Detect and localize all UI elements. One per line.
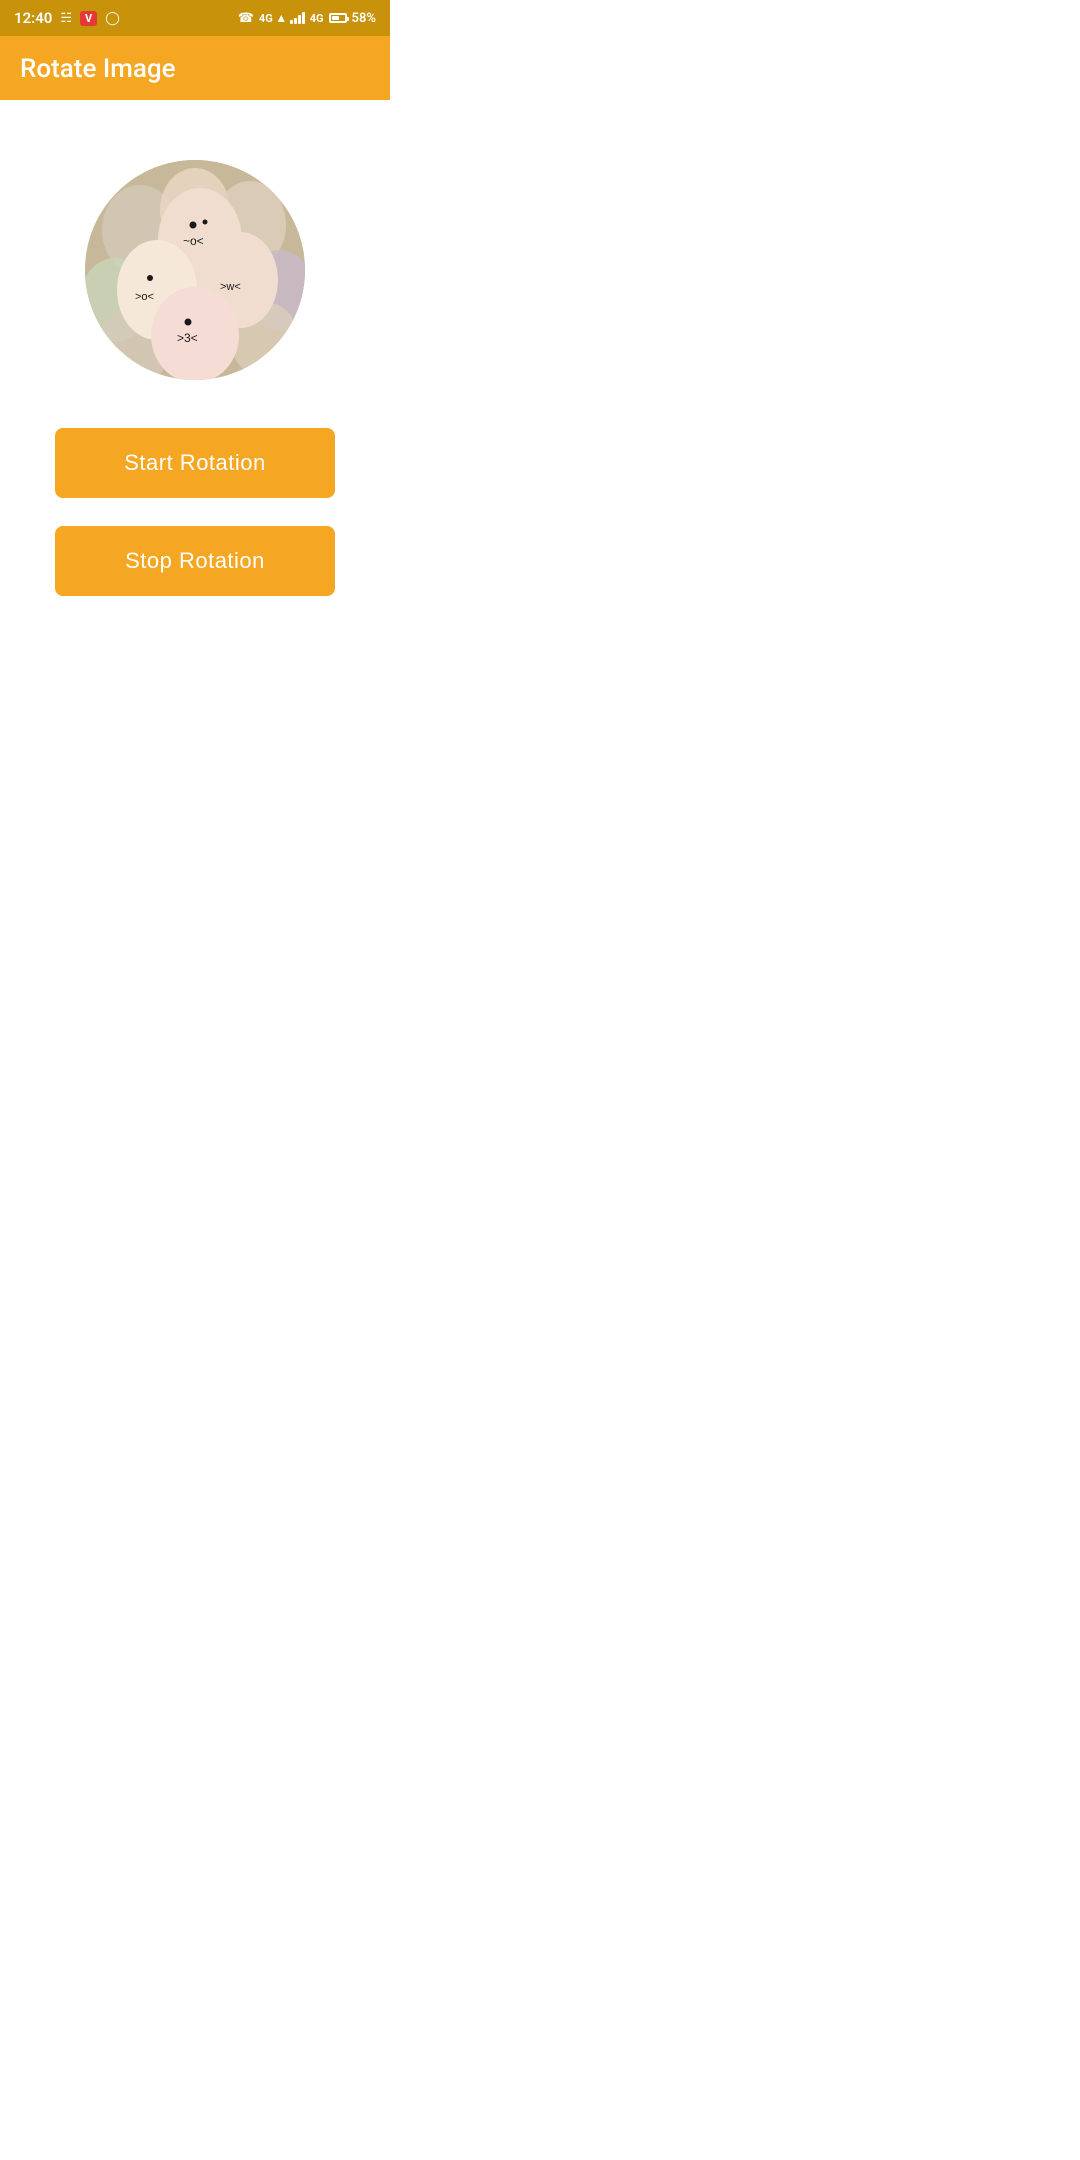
- egg-image: ~o< >o< >w< >3<: [85, 160, 305, 380]
- status-right: ☎ 4G ▴ 4G 58%: [238, 10, 376, 26]
- network-label-2: 4G: [310, 12, 324, 25]
- svg-text:>o<: >o<: [135, 291, 154, 303]
- egg-svg: ~o< >o< >w< >3<: [85, 160, 305, 380]
- p-icon: ◯: [105, 11, 120, 26]
- call-icon: ☎: [238, 11, 254, 26]
- signal-bar-1: [290, 20, 293, 24]
- svg-text:>w<: >w<: [220, 281, 241, 293]
- stop-rotation-button[interactable]: Stop Rotation: [55, 526, 335, 596]
- signal-bars: [290, 12, 305, 24]
- page-title: Rotate Image: [20, 54, 176, 84]
- message-icon: ☵: [60, 11, 72, 26]
- wifi-icon: ▴: [278, 10, 285, 26]
- status-time: 12:40: [14, 9, 52, 27]
- rotate-image-container: ~o< >o< >w< >3<: [85, 160, 305, 380]
- battery-fill: [332, 16, 340, 20]
- battery-percent: 58%: [352, 11, 376, 26]
- v-icon: V: [80, 11, 97, 26]
- main-content: ~o< >o< >w< >3< Start Rotation: [0, 100, 390, 636]
- battery-icon: [329, 13, 347, 23]
- status-left: 12:40 ☵ V ◯: [14, 9, 120, 27]
- signal-bar-3: [298, 15, 301, 24]
- svg-text:~o<: ~o<: [183, 234, 204, 248]
- app-bar: Rotate Image: [0, 36, 390, 100]
- start-rotation-button[interactable]: Start Rotation: [55, 428, 335, 498]
- status-bar: 12:40 ☵ V ◯ ☎ 4G ▴ 4G 58%: [0, 0, 390, 36]
- svg-text:>3<: >3<: [177, 331, 198, 345]
- signal-bar-4: [302, 12, 305, 24]
- network-label-1: 4G: [259, 12, 273, 25]
- signal-bar-2: [294, 18, 297, 24]
